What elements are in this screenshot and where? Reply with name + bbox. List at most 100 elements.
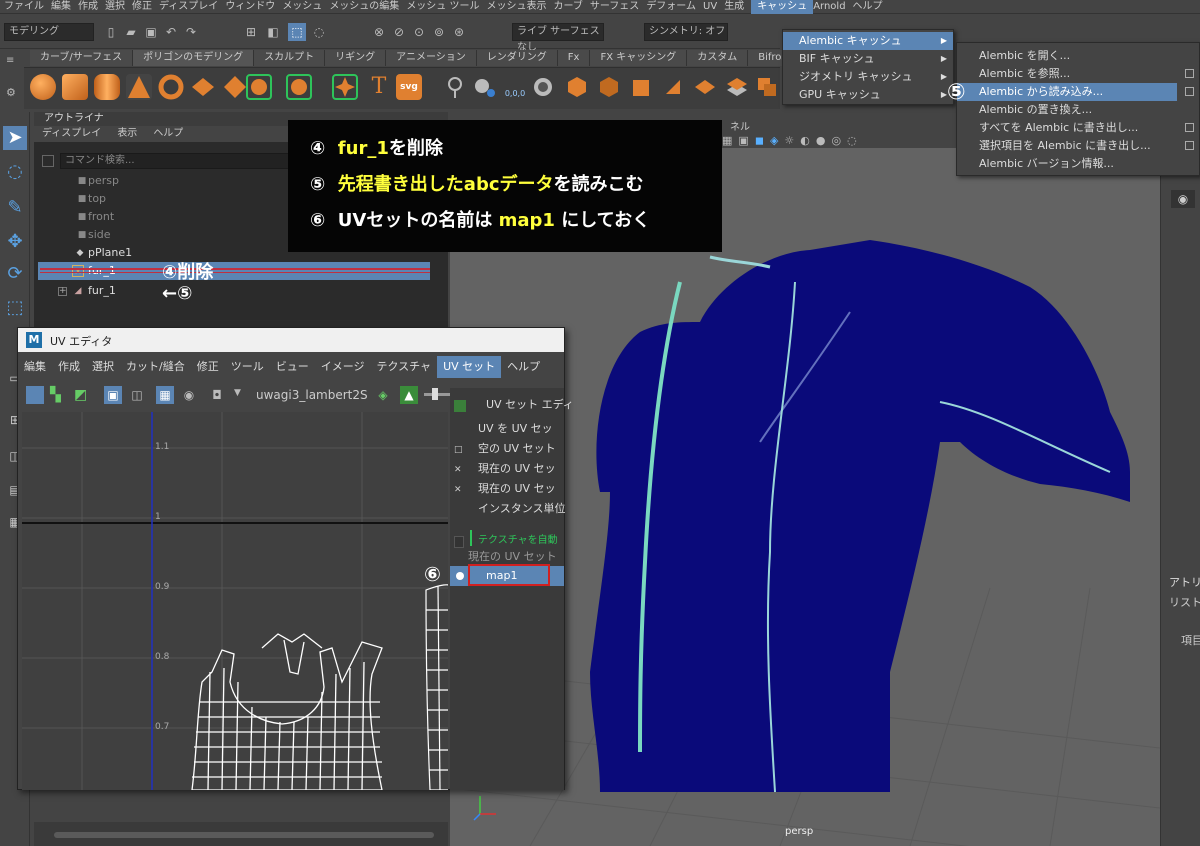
shelf-tab-1[interactable]: ポリゴンのモデリング [133,50,255,66]
paint-select-icon[interactable]: ✎ [3,196,27,220]
new-scene-icon[interactable]: ▯ [104,25,118,39]
shelf-tab-3[interactable]: リギング [325,50,387,66]
outliner-row-fur1-selected[interactable]: × fur_1 [38,262,430,280]
rotate-tool-icon[interactable]: ⟳ [3,262,27,286]
shelf-tab-2[interactable]: スカルプト [254,50,326,66]
menu-item-rename-uvset[interactable]: 現在の UV セッ [478,460,556,478]
menu-12[interactable]: サーフェス [590,0,646,14]
save-scene-icon[interactable]: ▣ [144,25,158,39]
expand-icon[interactable]: + [58,287,67,296]
menu-7[interactable]: メッシュ [282,0,329,14]
poly-cone-icon[interactable] [126,74,152,100]
svg-icon[interactable]: svg [396,74,422,100]
uv-menu-2[interactable]: 選択 [86,356,120,378]
uv-dim-icon[interactable]: ◫ [128,386,146,404]
menu-1[interactable]: 編集 [51,0,78,14]
type-text-icon[interactable]: T [366,74,392,100]
uv-canvas[interactable]: 1.1 1 0.9 0.8 0.7 [22,412,448,790]
poly-torus-icon[interactable] [158,74,184,100]
menu-16[interactable]: キャッシュ [751,0,814,14]
menu-item-delete-uvset[interactable]: 現在の UV セッ [478,480,556,498]
outliner-menu-display[interactable]: ディスプレイ [34,126,109,142]
uv-menu-5[interactable]: ツール [225,356,270,378]
alembic-menu-item-2[interactable]: Alembic から読み込み... [957,83,1177,101]
lasso-tool-icon[interactable]: ◌ [3,160,27,184]
select-object-icon[interactable]: ◧ [266,25,280,39]
menu-item-per-instance[interactable]: インスタンス単位 [478,500,566,518]
alembic-menu-item-3[interactable]: Alembic の置き換え... [957,101,1177,119]
uv-filter-icon[interactable]: ◉ [180,386,198,404]
poly-box-icon[interactable] [564,74,590,100]
separate-icon[interactable] [286,74,312,100]
uv-menu-9[interactable]: UV セット [437,356,502,378]
visibility-eye-icon[interactable]: ◉ [1171,190,1195,208]
alembic-menu-item-4[interactable]: すべてを Alembic に書き出し... [957,119,1177,137]
texture-dropdown-arrow-icon[interactable]: ▼ [234,388,241,398]
menu-8[interactable]: メッシュの編集 [329,0,406,14]
menu-18[interactable]: ヘルプ [853,0,890,14]
open-scene-icon[interactable]: ▰ [124,25,138,39]
poly-sphere-icon[interactable] [30,74,56,100]
shelf-tab-5[interactable]: レンダリング [476,50,558,66]
uv-checker-icon[interactable]: ▚ [50,386,68,404]
outliner-row-fur1-imported[interactable]: + ◢ fur_1 [38,282,430,300]
select-hierarchy-icon[interactable]: ⊞ [244,25,258,39]
uv-distortion-icon[interactable]: ◩ [74,386,92,404]
symmetry-selector[interactable]: シンメトリ: オフ [644,23,728,41]
uv-snapshot-icon[interactable]: ◘ [208,386,226,404]
undo-icon[interactable]: ↶ [164,25,178,39]
menu-17[interactable]: Arnold [813,0,852,14]
append-icon[interactable] [724,74,750,100]
uv-menu-10[interactable]: ヘルプ [501,356,546,378]
menu-item-uvset-editor[interactable]: UV セット エディ [486,396,574,414]
menu-item-gpu-cache[interactable]: GPU キャッシュ ▶ [783,86,953,104]
command-search-input[interactable]: コマンド検索... [60,153,310,169]
outliner-menu-show[interactable]: 表示 [109,126,145,142]
outliner-menu-help[interactable]: ヘルプ [145,126,191,142]
create-locator-icon[interactable] [442,74,468,100]
menu-item-copy-uv[interactable]: UV を UV セッ [478,420,553,438]
uv-img-icon[interactable]: ▲ [400,386,418,404]
menu-5[interactable]: ディスプレイ [159,0,225,14]
mode-selector[interactable]: モデリング [4,23,94,41]
snap-surface-icon[interactable]: ⊛ [452,25,466,39]
shelf-tab-8[interactable]: カスタム [687,50,749,66]
lasso-icon[interactable]: ◌ [312,25,326,39]
shelf-menu-icon[interactable]: ≡ [6,56,20,66]
bridge-icon[interactable] [692,74,718,100]
poly-disc-icon[interactable] [222,74,248,100]
live-surface-field[interactable]: ライブ サーフェスなし [512,23,604,53]
option-box-icon[interactable] [1185,141,1194,150]
menu-15[interactable]: 生成 [724,0,751,14]
move-tool-icon[interactable]: ✥ [3,230,27,254]
uv-project-icon[interactable] [530,74,556,100]
uv-menu-3[interactable]: カット/縫合 [120,356,191,378]
menu-11[interactable]: カーブ [554,0,590,14]
menu-item-geometry-cache[interactable]: ジオメトリ キャッシュ ▶ [783,68,953,86]
poly-box2-icon[interactable] [596,74,622,100]
shelf-settings-icon[interactable]: ⚙ [6,86,20,100]
menu-2[interactable]: 作成 [78,0,105,14]
texture-name-field[interactable]: uwagi3_lambert2S [256,388,370,402]
shelf-tab-6[interactable]: Fx [557,50,591,66]
menu-9[interactable]: メッシュ ツール [406,0,486,14]
snap-curve-icon[interactable]: ⊘ [392,25,406,39]
poly-plane-icon[interactable] [190,74,216,100]
uv-grid-icon[interactable]: ▦ [156,386,174,404]
freeze-transform-icon[interactable]: 0,0,0 [502,74,528,100]
snap-grid-icon[interactable]: ⊗ [372,25,386,39]
horizontal-scrollbar[interactable] [54,832,434,838]
alembic-menu-item-1[interactable]: Alembic を参照... [957,65,1177,83]
menu-0[interactable]: ファイル [4,0,51,14]
uv-image-icon[interactable]: ▣ [104,386,122,404]
exposure-slider-handle[interactable] [432,388,438,400]
select-tool-icon[interactable]: ➤ [3,126,27,150]
redo-icon[interactable]: ↷ [184,25,198,39]
menu-item-bif-cache[interactable]: BIF キャッシュ ▶ [783,50,953,68]
measure-icon[interactable] [472,74,498,100]
menu-item-alembic-cache[interactable]: Alembic キャッシュ ▶ [783,32,953,50]
alembic-menu-item-5[interactable]: 選択項目を Alembic に書き出し... [957,137,1177,155]
option-box-icon[interactable] [1185,87,1194,96]
menu-10[interactable]: メッシュ表示 [487,0,554,14]
option-box-icon[interactable] [1185,123,1194,132]
